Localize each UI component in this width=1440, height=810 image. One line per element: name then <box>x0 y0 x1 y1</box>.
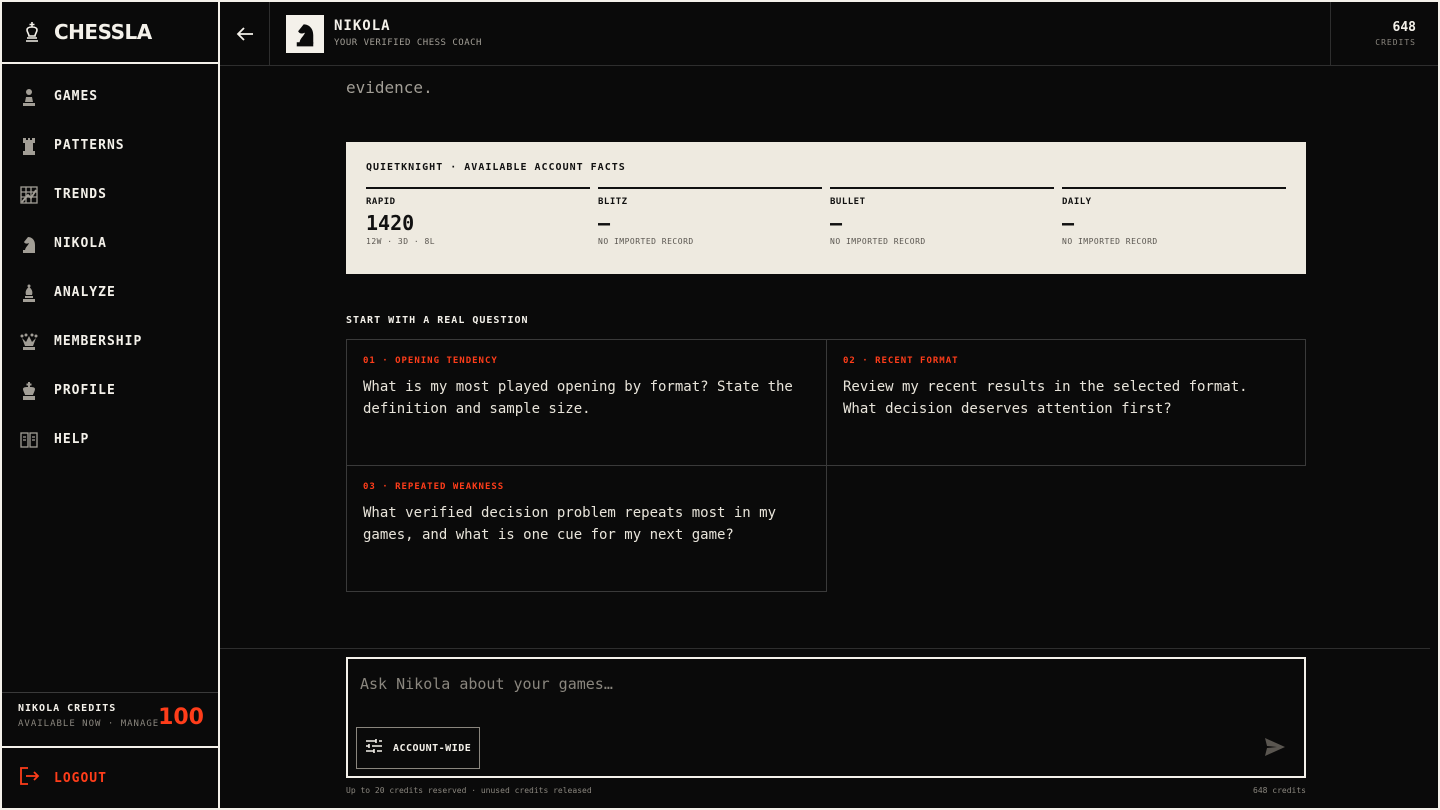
king-icon <box>20 381 38 400</box>
coach-name: NIKOLA <box>334 18 391 34</box>
suggested-question-card[interactable]: 02 · RECENT FORMAT Review my recent resu… <box>826 339 1306 466</box>
pawn-icon <box>20 88 38 106</box>
message-input[interactable] <box>360 671 1240 697</box>
sidebar-item-trends[interactable]: TRENDS <box>2 170 218 219</box>
logout-button[interactable]: LOGOUT <box>2 746 218 808</box>
header-credits[interactable]: 648 CREDITS <box>1330 2 1438 65</box>
grid-chart-icon <box>20 185 38 204</box>
fact-key: DAILY <box>1062 197 1092 207</box>
facts-title: QUIETKNIGHT · AVAILABLE ACCOUNT FACTS <box>366 162 626 173</box>
fact-blitz: BLITZ — NO IMPORTED RECORD <box>598 187 822 246</box>
previous-message-fragment: evidence. <box>346 78 433 97</box>
message-composer: ACCOUNT-WIDE <box>346 657 1306 778</box>
questions-heading: START WITH A REAL QUESTION <box>346 315 529 326</box>
fact-sub: NO IMPORTED RECORD <box>598 237 694 246</box>
fact-daily: DAILY — NO IMPORTED RECORD <box>1062 187 1286 246</box>
fact-sub: NO IMPORTED RECORD <box>830 237 926 246</box>
facts-row: RAPID 1420 12W · 3D · 8L BLITZ — NO IMPO… <box>366 187 1286 246</box>
arrow-left-icon <box>236 26 253 41</box>
queen-icon <box>20 333 38 351</box>
header-credits-value: 648 <box>1392 20 1416 35</box>
sidebar-item-label: HELP <box>54 432 90 447</box>
composer-footer-note: Up to 20 credits reserved · unused credi… <box>346 786 592 795</box>
sidebar-item-label: NIKOLA <box>54 236 107 251</box>
logout-icon <box>20 767 40 789</box>
sidebar-item-games[interactable]: GAMES <box>2 72 218 121</box>
scope-button[interactable]: ACCOUNT-WIDE <box>356 727 480 769</box>
fact-key: BLITZ <box>598 197 628 207</box>
king-logo-icon <box>22 21 42 43</box>
suggested-question-card[interactable]: 01 · OPENING TENDENCY What is my most pl… <box>346 339 827 466</box>
sidebar-item-patterns[interactable]: PATTERNS <box>2 121 218 170</box>
fact-value: 1420 <box>366 211 415 235</box>
sidebar-item-membership[interactable]: MEMBERSHIP <box>2 317 218 366</box>
header: NIKOLA YOUR VERIFIED CHESS COACH 648 CRE… <box>220 2 1438 66</box>
sidebar-nav: GAMES PATTERNS TRENDS NIKOLA ANALYZE MEM… <box>2 64 218 464</box>
fact-sub: 12W · 3D · 8L <box>366 237 436 246</box>
brand[interactable]: CHESSLA <box>2 2 218 64</box>
sidebar-item-label: TRENDS <box>54 187 107 202</box>
question-text: What verified decision problem repeats m… <box>363 505 777 543</box>
fact-bullet: BULLET — NO IMPORTED RECORD <box>830 187 1054 246</box>
book-icon <box>20 431 38 449</box>
question-text: What is my most played opening by format… <box>363 379 793 417</box>
sidebar-credits[interactable]: NIKOLA CREDITS AVAILABLE NOW · MANAGE 10… <box>2 692 218 746</box>
sidebar-item-nikola[interactable]: NIKOLA <box>2 219 218 268</box>
brand-name: CHESSLA <box>54 20 152 44</box>
coach-avatar <box>286 15 324 53</box>
composer-footer-credits: 648 credits <box>1253 786 1306 795</box>
sliders-icon <box>365 738 383 758</box>
logout-label: LOGOUT <box>54 770 107 786</box>
sidebar-item-label: GAMES <box>54 89 99 104</box>
coach-subtitle: YOUR VERIFIED CHESS COACH <box>334 38 482 48</box>
sidebar-item-analyze[interactable]: ANALYZE <box>2 268 218 317</box>
bishop-icon <box>20 284 38 302</box>
composer-divider <box>220 648 1430 649</box>
sidebar-item-label: PATTERNS <box>54 138 125 153</box>
fact-value: — <box>598 211 611 235</box>
fact-key: RAPID <box>366 197 396 207</box>
send-button[interactable] <box>1264 737 1286 759</box>
back-button[interactable] <box>220 2 270 65</box>
question-tag: 03 · REPEATED WEAKNESS <box>363 482 505 492</box>
fact-value: — <box>1062 211 1075 235</box>
sidebar-item-label: PROFILE <box>54 383 116 398</box>
scope-label: ACCOUNT-WIDE <box>393 742 472 754</box>
fact-rapid: RAPID 1420 12W · 3D · 8L <box>366 187 590 246</box>
send-icon <box>1265 738 1285 756</box>
rook-icon <box>20 137 38 155</box>
question-tag: 01 · OPENING TENDENCY <box>363 356 498 366</box>
question-tag: 02 · RECENT FORMAT <box>843 356 959 366</box>
fact-sub: NO IMPORTED RECORD <box>1062 237 1158 246</box>
credits-value: 100 <box>158 705 204 730</box>
sidebar-item-label: ANALYZE <box>54 285 116 300</box>
sidebar-item-label: MEMBERSHIP <box>54 334 143 349</box>
sidebar-item-profile[interactable]: PROFILE <box>2 366 218 415</box>
suggested-question-card[interactable]: 03 · REPEATED WEAKNESS What verified dec… <box>346 465 827 592</box>
fact-key: BULLET <box>830 197 866 207</box>
knight-icon <box>20 235 38 253</box>
fact-value: — <box>830 211 843 235</box>
header-credits-label: CREDITS <box>1375 38 1416 47</box>
question-text: Review my recent results in the selected… <box>843 379 1248 417</box>
knight-avatar-icon <box>296 24 314 47</box>
sidebar: CHESSLA GAMES PATTERNS TRENDS NIKOLA ANA… <box>2 2 220 808</box>
sidebar-item-help[interactable]: HELP <box>2 415 218 464</box>
account-facts-panel: QUIETKNIGHT · AVAILABLE ACCOUNT FACTS RA… <box>346 142 1306 274</box>
